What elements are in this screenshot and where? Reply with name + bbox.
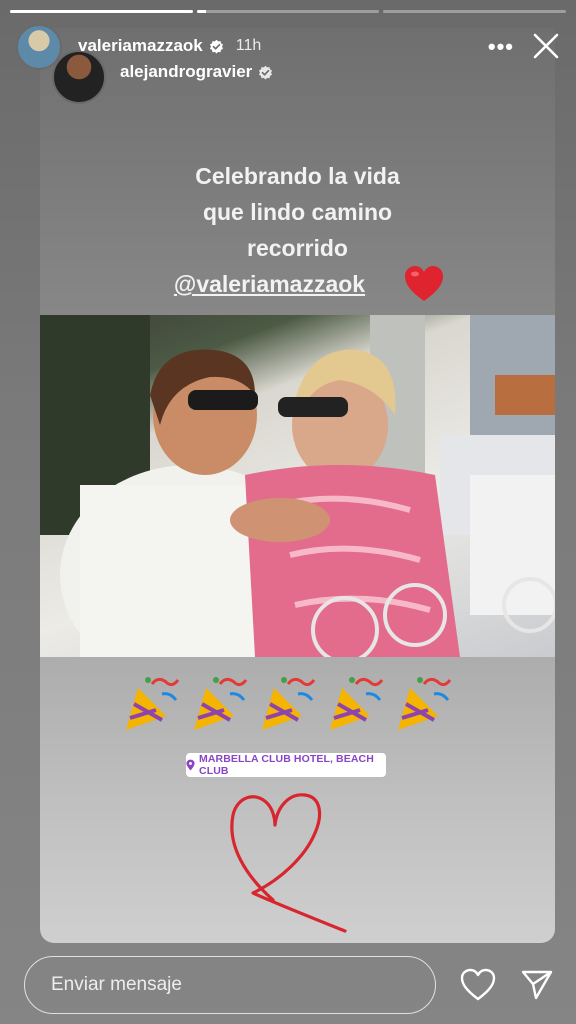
time-ago: 11h <box>235 37 262 54</box>
party-popper-icon <box>262 677 316 730</box>
party-popper-icon <box>330 677 384 730</box>
photo-illustration <box>40 315 555 657</box>
primary-username[interactable]: valeriamazzaok <box>78 36 203 56</box>
red-heart-icon <box>405 266 443 301</box>
reply-bar <box>0 946 576 1024</box>
caption-line: recorrido <box>247 235 348 261</box>
confetti-row <box>122 674 452 734</box>
party-popper-icon <box>194 677 248 730</box>
location-label: MARBELLA CLUB HOTEL, BEACH CLUB <box>199 753 374 777</box>
location-sticker[interactable]: MARBELLA CLUB HOTEL, BEACH CLUB <box>186 753 386 777</box>
avatar-stack[interactable] <box>16 24 106 104</box>
heart-icon[interactable] <box>460 968 496 1002</box>
progress-segment <box>10 10 193 13</box>
secondary-username[interactable]: alejandrogravier <box>120 62 252 82</box>
more-icon[interactable]: ••• <box>488 34 514 60</box>
close-icon[interactable] <box>530 30 562 62</box>
verified-icon <box>209 39 223 54</box>
party-popper-icon <box>398 677 452 730</box>
story-photo <box>40 315 555 657</box>
verified-icon <box>259 65 273 80</box>
send-icon[interactable] <box>520 968 554 1002</box>
story-progress-bar <box>10 10 567 13</box>
reply-input[interactable] <box>24 956 436 1014</box>
caption-line: Celebrando la vida <box>195 163 400 189</box>
primary-user-row[interactable]: valeriamazzaok 11h <box>78 36 261 56</box>
caption-line: que lindo camino <box>202 199 393 225</box>
story-caption: Celebrando la vida que lindo camino reco… <box>40 158 555 302</box>
drawn-heart-icon <box>230 793 347 933</box>
location-pin-icon <box>186 759 195 771</box>
progress-segment <box>196 10 380 13</box>
avatar-secondary[interactable] <box>52 50 106 104</box>
mention-link[interactable]: @valeriamazzaok <box>174 271 365 297</box>
party-popper-icon <box>126 677 180 730</box>
story-header: valeriamazzaok 11h alejandrogravier ••• <box>16 24 562 104</box>
progress-segment <box>383 10 567 13</box>
secondary-user-row[interactable]: alejandrogravier <box>120 62 273 82</box>
